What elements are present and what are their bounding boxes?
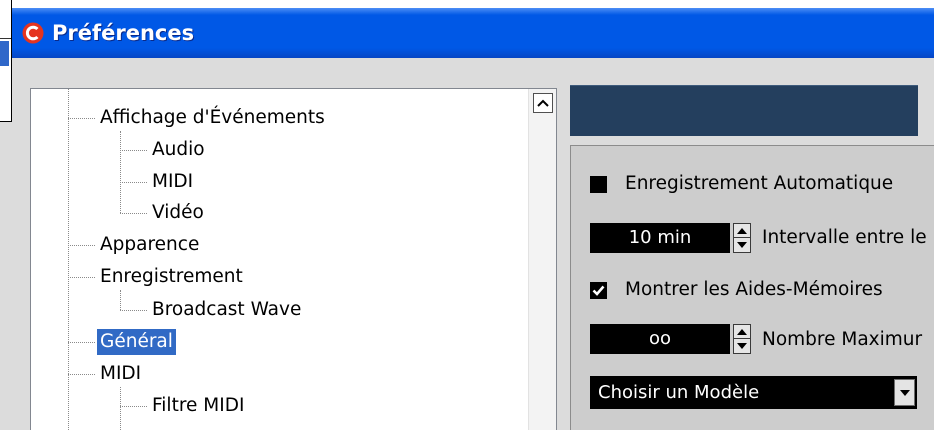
tree-line: [68, 374, 95, 375]
template-dropdown-button[interactable]: [894, 379, 915, 406]
preferences-dialog: Préférences Affichage d'Événements Audio…: [0, 8, 934, 430]
triangle-up-icon: [737, 227, 747, 234]
template-select-value: Choisir un Modèle: [598, 382, 760, 403]
auto-save-label: Enregistrement Automatique: [625, 173, 894, 194]
max-count-decrement-button[interactable]: [734, 339, 750, 353]
tree-line: [120, 310, 147, 311]
tree-line: [120, 213, 147, 214]
tree-item-midi[interactable]: MIDI: [97, 361, 144, 387]
tree-line: [120, 150, 147, 151]
save-interval-decrement-button[interactable]: [734, 238, 750, 252]
tree-line: [120, 182, 147, 183]
tree-line: [120, 406, 147, 407]
triangle-down-icon: [737, 343, 747, 349]
save-interval-label: Intervalle entre le: [762, 227, 927, 248]
tree-item-broadcast-wave[interactable]: Broadcast Wave: [149, 297, 304, 323]
max-count-increment-button[interactable]: [734, 325, 750, 339]
auto-save-checkbox[interactable]: [590, 176, 607, 193]
background-window: [0, 0, 12, 122]
triangle-up-icon: [737, 328, 747, 335]
preferences-tree: Affichage d'Événements Audio MIDI Vidéo …: [30, 88, 557, 430]
tree-item-midi-filter[interactable]: Filtre MIDI: [149, 393, 247, 419]
chevron-up-icon: [537, 99, 549, 107]
tree-item-audio[interactable]: Audio: [149, 137, 208, 163]
save-interval-increment-button[interactable]: [734, 224, 750, 238]
tree-item-video[interactable]: Vidéo: [149, 200, 207, 226]
scroll-up-button[interactable]: [533, 93, 553, 113]
app-logo-icon[interactable]: [22, 22, 44, 44]
max-count-field[interactable]: oo: [590, 324, 730, 354]
triangle-down-icon: [899, 389, 910, 396]
max-count-spinner: [733, 324, 751, 354]
tree-item-event-display[interactable]: Affichage d'Événements: [97, 105, 328, 131]
tree-item-appearance[interactable]: Apparence: [97, 232, 202, 258]
show-notes-checkbox[interactable]: [590, 282, 607, 299]
settings-panel: Enregistrement Automatique 10 min Interv…: [570, 145, 934, 430]
save-interval-field[interactable]: 10 min: [590, 223, 730, 253]
tree-line: [120, 131, 121, 213]
template-select[interactable]: Choisir un Modèle: [590, 376, 917, 409]
tree-line: [68, 118, 95, 119]
tree-scrollbar[interactable]: [528, 89, 556, 430]
background-window-highlight: [0, 41, 9, 66]
tree-line: [120, 387, 121, 430]
triangle-down-icon: [737, 242, 747, 248]
tree-line: [68, 89, 69, 430]
background-window-divider: [0, 38, 11, 39]
settings-page-header: [570, 85, 918, 136]
checkmark-icon: [592, 285, 605, 296]
tree-item-general[interactable]: Général: [97, 329, 176, 355]
tree-line: [120, 290, 121, 310]
tree-line: [68, 342, 95, 343]
show-notes-label: Montrer les Aides-Mémoires: [625, 279, 883, 300]
title-bar[interactable]: Préférences: [0, 8, 934, 58]
tree-item-midi-display[interactable]: MIDI: [149, 169, 196, 195]
tree-line: [68, 277, 95, 278]
window-title: Préférences: [52, 21, 195, 45]
tree-item-recording[interactable]: Enregistrement: [97, 264, 246, 290]
tree-line: [68, 245, 95, 246]
save-interval-spinner: [733, 223, 751, 253]
max-count-label: Nombre Maximur: [762, 329, 923, 350]
